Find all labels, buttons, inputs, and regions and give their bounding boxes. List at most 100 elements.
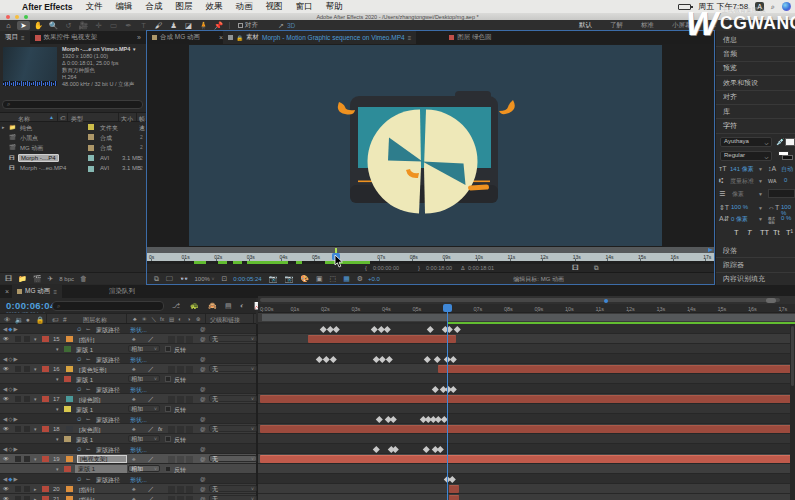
shy-switch-icon[interactable]: ♣ xyxy=(132,456,136,462)
eye-icon[interactable]: 👁 xyxy=(3,426,9,432)
tab-render-queue[interactable]: 渲染队列 xyxy=(104,285,140,298)
label-color-swatch[interactable] xyxy=(88,124,94,130)
eye-icon[interactable]: 👁 xyxy=(3,486,9,492)
project-item-name[interactable]: 小黑点 xyxy=(20,134,38,143)
invert-checkbox[interactable] xyxy=(165,466,171,472)
close-tab-icon[interactable]: × xyxy=(5,288,9,295)
workspace-了解[interactable]: 了解 xyxy=(610,21,623,30)
layer-duration-bar[interactable] xyxy=(449,495,459,500)
threed-switch-icon[interactable]: ⊛ xyxy=(196,316,201,322)
stopwatch-icon[interactable]: ⏱ xyxy=(77,476,81,483)
label-color-swatch[interactable] xyxy=(88,155,94,161)
shy-layers-icon[interactable]: 🙈 xyxy=(208,302,217,310)
workspace-库[interactable]: 库 xyxy=(709,21,716,30)
chevron-down-icon[interactable]: ▼ xyxy=(758,166,763,172)
layer-row[interactable]: 👁▾15[指针]♣／@无˅ xyxy=(0,334,795,344)
project-item-name[interactable]: Morph -....P4 xyxy=(18,154,59,162)
mini-flowchart-icon[interactable]: ⎇ xyxy=(172,302,180,310)
timeline-navigator[interactable] xyxy=(258,296,795,304)
mask-row[interactable]: ▾蒙版 1相加˅反转 xyxy=(0,434,795,444)
parent-select[interactable]: 无˅ xyxy=(209,495,257,500)
quality-switch-icon[interactable]: ＼ xyxy=(151,316,157,323)
mask-color-swatch[interactable] xyxy=(64,346,71,353)
pickwhip-icon[interactable]: @ xyxy=(200,426,206,432)
collapse-icon[interactable]: ▾ xyxy=(56,466,59,472)
show-snapshot-icon[interactable]: 📷 xyxy=(284,275,293,283)
pickwhip-icon[interactable]: @ xyxy=(200,416,206,422)
pan-behind-tool-icon[interactable]: ✛ xyxy=(92,21,105,30)
adjustment-switch-icon[interactable]: ◑ xyxy=(187,316,190,322)
panel-header-段落[interactable]: 段落 xyxy=(716,244,795,258)
navigator-bar[interactable] xyxy=(260,298,780,302)
collapse-switch-icon[interactable]: ☀ xyxy=(142,316,147,322)
rotation-tool-icon[interactable]: ↺ xyxy=(62,21,75,30)
layer-duration-bar[interactable] xyxy=(260,425,795,433)
number-column-icon[interactable]: # xyxy=(63,316,67,323)
invert-checkbox[interactable] xyxy=(165,436,171,442)
property-row[interactable]: ◀◇▶⏱⌙蒙版路径形状...@ xyxy=(0,384,795,394)
source-color-swatch[interactable] xyxy=(66,396,73,403)
workspace-小屏幕[interactable]: 小屏幕 xyxy=(672,21,692,30)
invert-checkbox[interactable] xyxy=(165,406,171,412)
menu-item-编辑[interactable]: 编辑 xyxy=(116,1,133,13)
shy-switch-icon[interactable]: ♣ xyxy=(133,316,137,322)
parent-select[interactable]: 无˅ xyxy=(209,395,257,402)
snapshot-icon[interactable]: 📷 xyxy=(269,275,278,283)
brush-tool-icon[interactable]: 🖌 xyxy=(152,21,165,30)
layer-duration-bar[interactable] xyxy=(438,365,795,373)
faux-style-button[interactable]: T xyxy=(747,228,752,237)
tab-effect-controls[interactable]: 效果控件 电视支架 xyxy=(30,31,103,44)
quality-switch-icon[interactable]: ／ xyxy=(148,395,154,404)
text-tool-icon[interactable]: T xyxy=(137,21,150,30)
pen-tool-icon[interactable]: ✒ xyxy=(122,21,135,30)
align-checkbox[interactable] xyxy=(238,23,243,28)
roto-brush-tool-icon[interactable]: 🧍 xyxy=(197,21,210,30)
exposure-value[interactable]: +0.0 xyxy=(368,276,380,282)
pickwhip-icon[interactable]: @ xyxy=(200,496,206,500)
stopwatch-icon[interactable]: ⏱ xyxy=(77,356,81,363)
lock-column-icon[interactable]: 🔒 xyxy=(36,316,44,324)
workspace-标准[interactable]: 标准 xyxy=(641,21,654,30)
snap-align-toggle[interactable]: 对齐 xyxy=(238,21,258,30)
layer-name[interactable]: [指针] xyxy=(79,496,94,500)
collapse-icon[interactable]: ▾ xyxy=(56,346,59,352)
label-column-icon[interactable]: 🏷 xyxy=(52,316,59,323)
panel-header-预览[interactable]: 预览 xyxy=(716,62,795,76)
tab-project[interactable]: 项目 ≡ xyxy=(0,31,30,44)
collapse-icon[interactable]: ▾ xyxy=(56,406,59,412)
quality-switch-icon[interactable]: ／ xyxy=(148,365,154,374)
shape-tool-icon[interactable]: ▭ xyxy=(107,21,120,30)
home-tool-icon[interactable]: ⌂ xyxy=(2,21,15,30)
layer-duration-bar[interactable] xyxy=(308,335,456,343)
pickwhip-icon[interactable]: @ xyxy=(200,356,206,362)
fast-preview-icon[interactable]: ⚙ xyxy=(357,275,363,283)
project-item-name[interactable]: MG 动画 xyxy=(20,144,43,153)
label-color-swatch[interactable] xyxy=(42,426,49,433)
project-item-row[interactable]: ▸📁纯色文件夹♟ xyxy=(0,122,146,132)
new-folder-icon[interactable]: 📁 xyxy=(18,275,27,283)
next-keyframe-icon[interactable]: ▶ xyxy=(13,326,18,332)
draft-3d-icon[interactable]: 🐢 xyxy=(190,302,199,310)
chevron-down-icon[interactable]: ▼ xyxy=(758,216,763,222)
frame-blending-icon[interactable]: ▤ xyxy=(225,302,232,310)
layer-row[interactable]: 👁▸21[指针]♣／@无˅ xyxy=(0,494,795,500)
eye-icon[interactable]: 👁 xyxy=(3,336,9,342)
property-row[interactable]: ◀◇▶⏱⌙蒙版路径形状...@ xyxy=(0,444,795,454)
label-color-swatch[interactable] xyxy=(42,336,49,343)
mask-mode-select[interactable]: 相加˅ xyxy=(128,375,160,382)
label-color-swatch[interactable] xyxy=(42,486,49,493)
navigator-end-handle[interactable] xyxy=(708,248,713,252)
chevron-down-icon[interactable]: ▼ xyxy=(758,191,763,197)
source-color-swatch[interactable] xyxy=(66,496,73,500)
panel-header-character[interactable]: 字符 xyxy=(716,119,795,133)
project-item-name[interactable]: Morph -...eo.MP4 xyxy=(20,165,66,171)
mask-name-selected[interactable]: 蒙版 1 xyxy=(75,465,127,473)
transparency-toggle-icon[interactable]: ⧉ xyxy=(154,275,159,283)
project-item-row[interactable]: 🎬小黑点合成2 xyxy=(0,132,146,142)
viewer-current-time[interactable]: 0:00:05:24 xyxy=(233,276,261,282)
column-tag-icon[interactable]: 🏷 xyxy=(60,115,66,121)
puppet-pin-tool-icon[interactable]: 📌 xyxy=(212,21,225,30)
faux-style-button[interactable]: T¹ xyxy=(786,228,793,237)
workspace-默认[interactable]: 默认 xyxy=(579,21,592,30)
solo-column-icon[interactable]: ● xyxy=(26,316,30,323)
